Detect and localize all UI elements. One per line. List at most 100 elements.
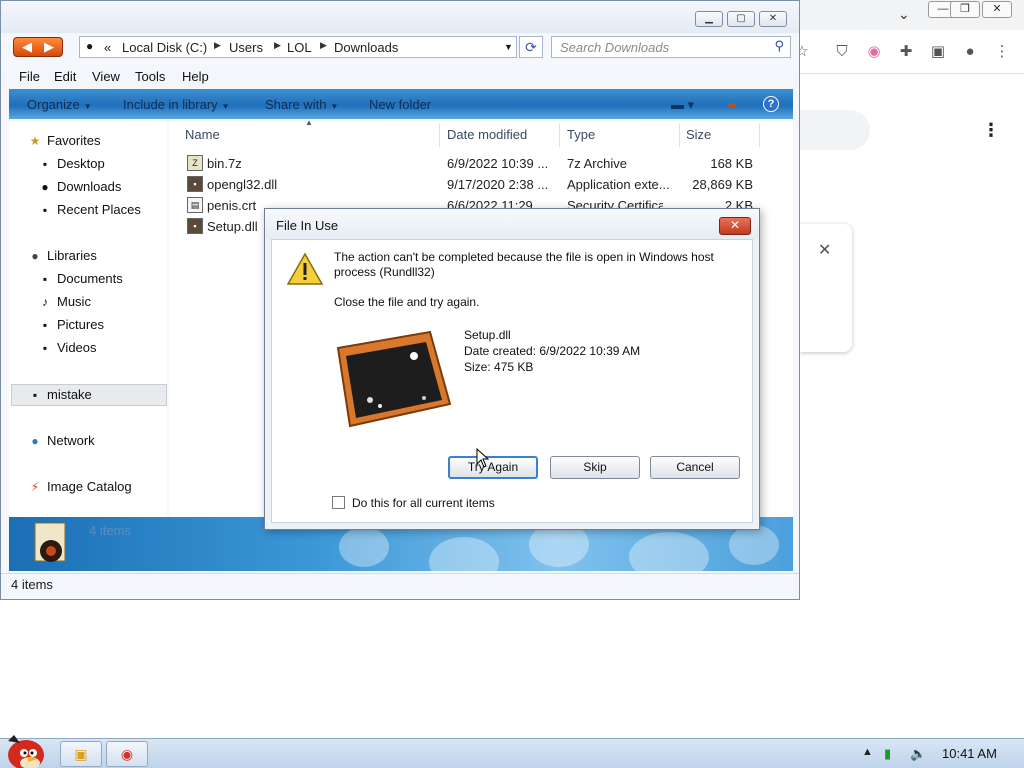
breadcrumb-item[interactable]: Downloads bbox=[334, 40, 398, 55]
menu-file[interactable]: File bbox=[19, 69, 40, 84]
browser-toolbar: ☆ ⛉ ◉ ✚ ▣ ● ⋮ bbox=[795, 30, 1024, 74]
tab-search-chevron-icon[interactable]: ⌄ bbox=[898, 6, 910, 23]
breadcrumb-separator-icon[interactable]: ▶ bbox=[320, 40, 327, 51]
share-with-button[interactable]: Share with ▼ bbox=[265, 97, 338, 112]
table-row[interactable]: Z bin.7z 6/9/2022 10:39 ... 7z Archive 1… bbox=[185, 154, 775, 174]
chrome-icon: ◉ bbox=[120, 746, 134, 762]
back-arrow-icon[interactable]: ◀ bbox=[22, 39, 32, 55]
dialog-titlebar: File In Use bbox=[265, 209, 759, 239]
decorative-bubble bbox=[339, 527, 389, 567]
forward-arrow-icon[interactable]: ▶ bbox=[44, 39, 54, 55]
nav-image-catalog[interactable]: ⚡ Image Catalog bbox=[27, 477, 132, 497]
table-row[interactable]: ▪ opengl32.dll 9/17/2020 2:38 ... Applic… bbox=[185, 175, 775, 195]
nav-documents[interactable]: ▪ Documents bbox=[37, 269, 123, 289]
new-folder-button[interactable]: New folder bbox=[369, 97, 431, 112]
file-in-use-dialog: File In Use ✕ The action can't be comple… bbox=[264, 208, 760, 530]
apply-to-all-label[interactable]: Do this for all current items bbox=[352, 496, 495, 510]
minimize-button[interactable]: ▁ bbox=[695, 11, 723, 27]
organize-label: Organize bbox=[27, 97, 80, 112]
breadcrumb-item[interactable]: LOL bbox=[287, 40, 312, 55]
nav-pictures[interactable]: ▪ Pictures bbox=[37, 315, 104, 335]
organize-button[interactable]: Organize ▼ bbox=[27, 97, 92, 112]
side-panel-icon[interactable]: ▣ bbox=[928, 42, 948, 62]
nav-videos[interactable]: ▪ Videos bbox=[37, 338, 97, 358]
close-button[interactable]: ✕ bbox=[759, 11, 787, 27]
ublock-icon[interactable]: ⛉ bbox=[832, 42, 852, 62]
maximize-button[interactable]: ▢ bbox=[727, 11, 755, 27]
mouse-cursor-icon bbox=[476, 448, 490, 468]
start-button-angry-bird-icon[interactable] bbox=[0, 731, 50, 768]
address-dropdown-icon[interactable]: ▼ bbox=[504, 42, 513, 52]
taskbar-explorer-button[interactable]: ▣ bbox=[60, 741, 102, 767]
volume-icon[interactable]: 🔈 bbox=[910, 746, 926, 762]
nav-downloads[interactable]: ● Downloads bbox=[37, 177, 121, 197]
column-divider[interactable] bbox=[439, 123, 440, 147]
profile-avatar-icon[interactable]: ● bbox=[960, 42, 980, 62]
breadcrumb-item[interactable]: Local Disk (C:) bbox=[122, 40, 207, 55]
dll-file-icon: ▪ bbox=[187, 176, 203, 192]
decorative-bubble bbox=[729, 525, 779, 565]
nav-recent-places[interactable]: ▪ Recent Places bbox=[37, 200, 141, 220]
nav-music[interactable]: ♪ Music bbox=[37, 292, 91, 312]
nav-label: Libraries bbox=[47, 248, 97, 263]
close-icon[interactable]: ✕ bbox=[818, 240, 831, 260]
try-again-button[interactable]: Try Again bbox=[448, 456, 538, 479]
nav-desktop[interactable]: ▪ Desktop bbox=[37, 154, 105, 174]
menu-view[interactable]: View bbox=[92, 69, 120, 84]
include-in-library-button[interactable]: Include in library ▼ bbox=[123, 97, 230, 112]
column-header-type[interactable]: Type bbox=[567, 127, 595, 142]
restore-button[interactable]: ❐ bbox=[950, 1, 980, 18]
cancel-button[interactable]: Cancel bbox=[650, 456, 740, 479]
dll-file-large-icon bbox=[336, 330, 452, 428]
file-size: 28,869 KB bbox=[692, 177, 753, 192]
column-divider[interactable] bbox=[759, 123, 760, 147]
breadcrumb-item[interactable]: Users bbox=[229, 40, 263, 55]
nav-label: Pictures bbox=[57, 317, 104, 332]
nav-favorites[interactable]: ★ Favorites bbox=[27, 131, 101, 151]
network-status-icon[interactable]: ▮ bbox=[884, 746, 891, 762]
nav-network[interactable]: ● Network bbox=[27, 431, 94, 451]
file-date: 6/9/2022 10:39 ... bbox=[447, 156, 549, 171]
breadcrumb-separator-icon[interactable]: ▶ bbox=[274, 40, 281, 51]
dropdown-icon: ▼ bbox=[221, 102, 230, 111]
column-header-size[interactable]: Size bbox=[686, 127, 711, 142]
page-menu-icon[interactable]: ⋮ bbox=[982, 120, 1000, 141]
help-icon[interactable]: ? bbox=[763, 96, 779, 112]
column-divider[interactable] bbox=[559, 123, 560, 147]
status-bar: 4 items bbox=[1, 573, 799, 595]
nav-libraries[interactable]: ● Libraries bbox=[27, 246, 97, 266]
preview-pane-icon[interactable]: ▰ bbox=[727, 97, 737, 113]
taskbar-chrome-button[interactable]: ◉ bbox=[106, 741, 148, 767]
browser-menu-icon[interactable]: ⋮ bbox=[992, 42, 1012, 62]
dialog-close-button[interactable]: ✕ bbox=[719, 217, 751, 235]
column-header-date[interactable]: Date modified bbox=[447, 127, 527, 142]
apply-to-all-checkbox[interactable] bbox=[332, 496, 345, 509]
menu-tools[interactable]: Tools bbox=[135, 69, 165, 84]
nav-mistake[interactable]: ▪ mistake bbox=[27, 385, 92, 405]
nav-label: Recent Places bbox=[57, 202, 141, 217]
view-options-icon[interactable]: ▬ ▾ bbox=[671, 97, 694, 113]
extension-flag-icon[interactable]: ◉ bbox=[864, 42, 884, 62]
google-search-pill[interactable] bbox=[800, 110, 870, 150]
search-icon[interactable]: ⚲ bbox=[774, 38, 784, 54]
downloads-icon: ● bbox=[41, 180, 49, 194]
skip-button[interactable]: Skip bbox=[550, 456, 640, 479]
column-divider[interactable] bbox=[679, 123, 680, 147]
dialog-file-date: Date created: 6/9/2022 10:39 AM bbox=[464, 344, 641, 358]
close-button[interactable]: ✕ bbox=[982, 1, 1012, 18]
column-header-name[interactable]: Name bbox=[185, 127, 220, 142]
search-input[interactable]: Search Downloads ⚲ bbox=[551, 36, 791, 58]
breadcrumb-separator-icon[interactable]: ▶ bbox=[214, 40, 221, 51]
menu-edit[interactable]: Edit bbox=[54, 69, 76, 84]
show-hidden-icons-icon[interactable]: ▲ bbox=[862, 746, 873, 758]
taskbar-clock[interactable]: 10:41 AM bbox=[942, 746, 997, 761]
breadcrumb-prefix[interactable]: « bbox=[104, 40, 111, 55]
menu-help[interactable]: Help bbox=[182, 69, 209, 84]
music-icon: ♪ bbox=[42, 295, 48, 309]
nav-label: Favorites bbox=[47, 133, 101, 148]
address-bar[interactable]: ● « Local Disk (C:) ▶ Users ▶ LOL ▶ Down… bbox=[79, 36, 517, 58]
folder-icon: ▣ bbox=[74, 746, 88, 762]
back-forward-buttons[interactable]: ◀ ▶ bbox=[13, 37, 63, 57]
extensions-puzzle-icon[interactable]: ✚ bbox=[896, 42, 916, 62]
refresh-button[interactable]: ⟳ bbox=[519, 36, 543, 58]
